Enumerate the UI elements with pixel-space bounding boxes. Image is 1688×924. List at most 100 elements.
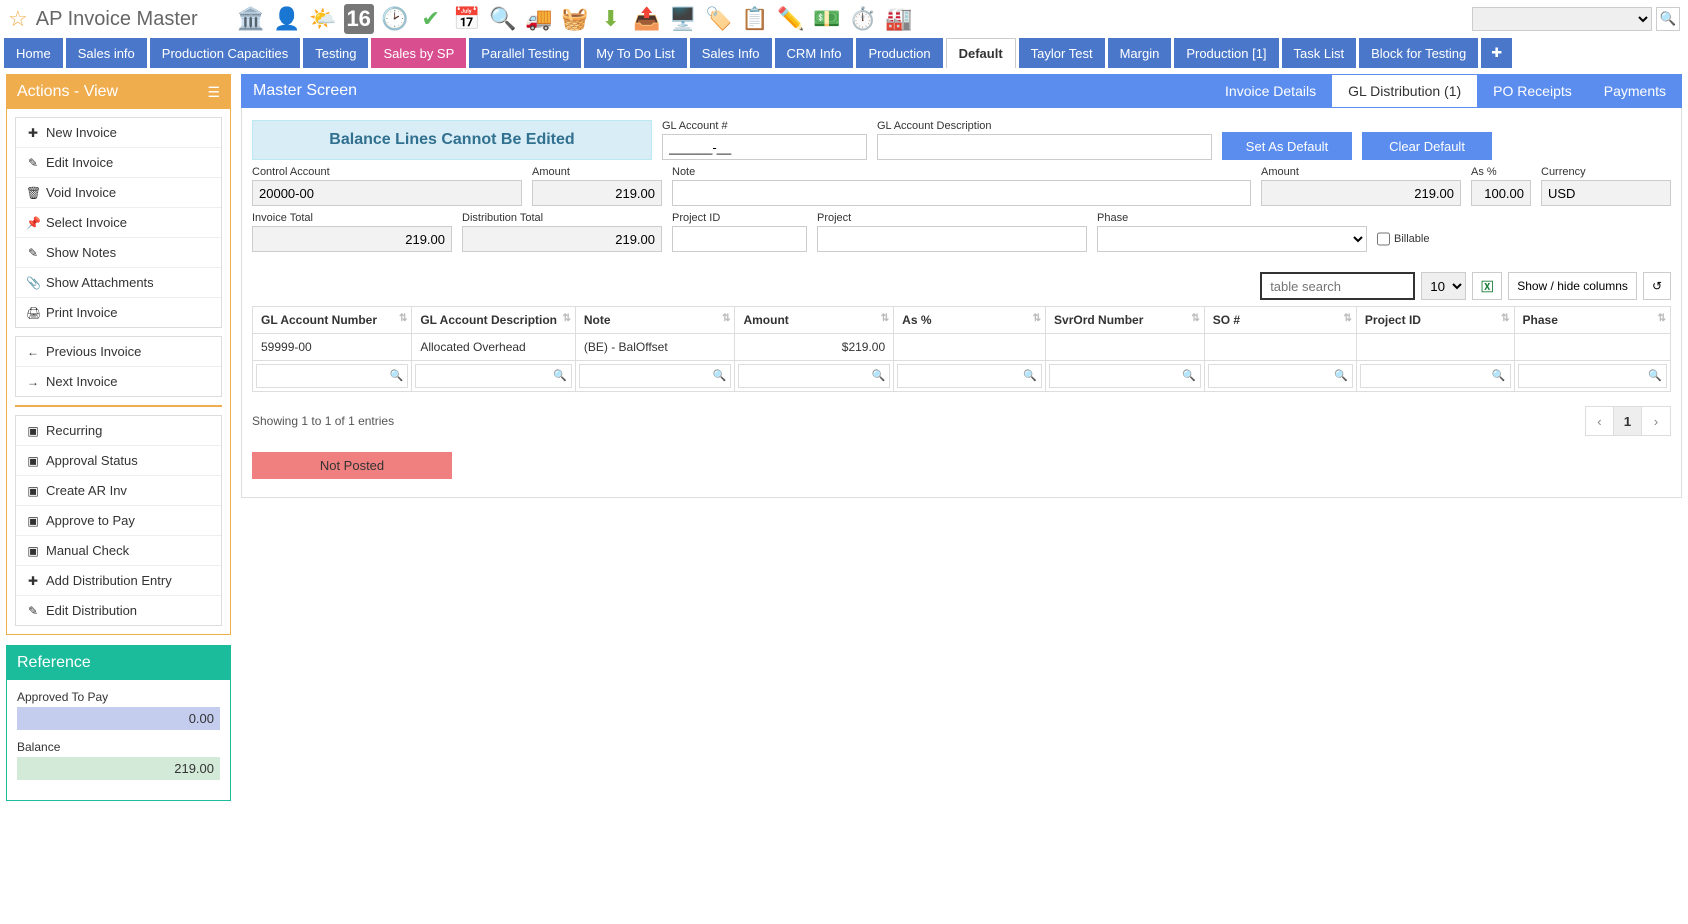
- column-filter-input[interactable]: [897, 364, 1042, 388]
- column-filter-input[interactable]: [256, 364, 408, 388]
- tab-parallel-testing[interactable]: Parallel Testing: [469, 38, 581, 68]
- action-edit-invoice[interactable]: ✎Edit Invoice: [16, 148, 221, 178]
- master-tab-po-receipts[interactable]: PO Receipts: [1477, 75, 1588, 107]
- action-approval-status[interactable]: ▣Approval Status: [16, 446, 221, 476]
- action-select-invoice[interactable]: 📌Select Invoice: [16, 208, 221, 238]
- tab-crm-info[interactable]: CRM Info: [775, 38, 854, 68]
- column-filter-input[interactable]: [415, 364, 572, 388]
- col-note[interactable]: Note⇅: [575, 307, 735, 334]
- project-input[interactable]: [817, 226, 1087, 252]
- action-add-distribution-entry[interactable]: ✚Add Distribution Entry: [16, 566, 221, 596]
- col-gl-account-description[interactable]: GL Account Description⇅: [412, 307, 576, 334]
- calendar-16-icon[interactable]: 16: [344, 4, 374, 34]
- calendar-icon[interactable]: 📅: [452, 4, 482, 34]
- pager-page-1[interactable]: 1: [1614, 407, 1642, 435]
- action-label: Edit Distribution: [46, 603, 137, 618]
- user-icon[interactable]: 👤: [272, 4, 302, 34]
- clipboard-icon[interactable]: 📋: [740, 4, 770, 34]
- weather-icon[interactable]: 🌤️: [308, 4, 338, 34]
- action-icon: ✚: [26, 126, 40, 140]
- box-open-icon[interactable]: 📤: [632, 4, 662, 34]
- action-label: Show Notes: [46, 245, 116, 260]
- action-print-invoice[interactable]: 🖨Print Invoice: [16, 298, 221, 327]
- col-project-id[interactable]: Project ID⇅: [1356, 307, 1514, 334]
- column-filter-input[interactable]: [1208, 364, 1353, 388]
- truck-icon[interactable]: 🚚: [524, 4, 554, 34]
- favorite-star-icon[interactable]: ☆: [8, 6, 28, 32]
- col-svrord-number[interactable]: SvrOrd Number⇅: [1046, 307, 1205, 334]
- clear-default-button[interactable]: Clear Default: [1362, 132, 1492, 160]
- table-row[interactable]: 59999-00Allocated Overhead(BE) - BalOffs…: [253, 334, 1671, 361]
- header-search-select[interactable]: [1472, 7, 1652, 31]
- master-tab-gl-distribution-1-[interactable]: GL Distribution (1): [1332, 75, 1477, 107]
- column-filter-input[interactable]: [579, 364, 732, 388]
- phase-select[interactable]: [1097, 226, 1367, 252]
- col-amount[interactable]: Amount⇅: [735, 307, 894, 334]
- refresh-button[interactable]: ↺: [1643, 272, 1671, 300]
- search-globe-icon[interactable]: 🔍: [488, 4, 518, 34]
- column-filter-input[interactable]: [1360, 364, 1511, 388]
- master-tab-invoice-details[interactable]: Invoice Details: [1209, 75, 1332, 107]
- tab-home[interactable]: Home: [4, 38, 63, 68]
- tab-default[interactable]: Default: [946, 38, 1016, 68]
- action-new-invoice[interactable]: ✚New Invoice: [16, 118, 221, 148]
- column-filter-input[interactable]: [738, 364, 890, 388]
- column-filter-input[interactable]: [1518, 364, 1667, 388]
- action-recurring[interactable]: ▣Recurring: [16, 416, 221, 446]
- action-previous-invoice[interactable]: ←Previous Invoice: [16, 337, 221, 367]
- download-icon[interactable]: ⬇: [596, 4, 626, 34]
- col-so-[interactable]: SO #⇅: [1204, 307, 1356, 334]
- tab-task-list[interactable]: Task List: [1282, 38, 1357, 68]
- tab-add[interactable]: ✚: [1481, 38, 1512, 68]
- page-size-select[interactable]: 10: [1421, 272, 1466, 300]
- tab-my-to-do-list[interactable]: My To Do List: [584, 38, 687, 68]
- monitor-icon[interactable]: 🖥️: [668, 4, 698, 34]
- tab-production[interactable]: Production: [856, 38, 942, 68]
- action-edit-distribution[interactable]: ✎Edit Distribution: [16, 596, 221, 625]
- tab-production-1-[interactable]: Production [1]: [1174, 38, 1278, 68]
- action-manual-check[interactable]: ▣Manual Check: [16, 536, 221, 566]
- tab-sales-info[interactable]: Sales Info: [690, 38, 772, 68]
- gl-acct-no-input[interactable]: [662, 134, 867, 160]
- basket-icon[interactable]: 🧺: [560, 4, 590, 34]
- tag-icon[interactable]: 🏷️: [704, 4, 734, 34]
- header-search-button[interactable]: 🔍: [1656, 7, 1680, 31]
- show-hide-cols-button[interactable]: Show / hide columns: [1508, 272, 1637, 300]
- action-approve-to-pay[interactable]: ▣Approve to Pay: [16, 506, 221, 536]
- projectid-input[interactable]: [672, 226, 807, 252]
- column-filter-input[interactable]: [1049, 364, 1201, 388]
- money-icon[interactable]: 💵: [812, 4, 842, 34]
- action-void-invoice[interactable]: 🗑Void Invoice: [16, 178, 221, 208]
- bank-icon[interactable]: 🏛️: [236, 4, 266, 34]
- clock-icon[interactable]: 🕑: [380, 4, 410, 34]
- action-show-notes[interactable]: ✎Show Notes: [16, 238, 221, 268]
- tab-sales-info[interactable]: Sales info: [66, 38, 147, 68]
- col-phase[interactable]: Phase⇅: [1514, 307, 1670, 334]
- hamburger-icon[interactable]: ☰: [207, 84, 220, 101]
- billable-checkbox[interactable]: [1377, 226, 1390, 252]
- action-icon: →: [26, 375, 40, 389]
- check-icon[interactable]: ✔: [416, 4, 446, 34]
- pager-prev[interactable]: ‹: [1586, 407, 1614, 435]
- tab-block-for-testing[interactable]: Block for Testing: [1359, 38, 1478, 68]
- tab-taylor-test[interactable]: Taylor Test: [1019, 38, 1105, 68]
- pager-next[interactable]: ›: [1642, 407, 1670, 435]
- table-search-input[interactable]: [1260, 272, 1415, 300]
- gl-acct-desc-input[interactable]: [877, 134, 1212, 160]
- pencil-icon[interactable]: ✏️: [776, 4, 806, 34]
- note-input[interactable]: [672, 180, 1251, 206]
- tab-testing[interactable]: Testing: [303, 38, 368, 68]
- col-gl-account-number[interactable]: GL Account Number⇅: [253, 307, 412, 334]
- tab-production-capacities[interactable]: Production Capacities: [150, 38, 300, 68]
- col-as-[interactable]: As %⇅: [894, 307, 1046, 334]
- master-tab-payments[interactable]: Payments: [1588, 75, 1682, 107]
- export-excel-button[interactable]: 🅇: [1472, 272, 1502, 300]
- set-default-button[interactable]: Set As Default: [1222, 132, 1352, 160]
- tab-sales-by-sp[interactable]: Sales by SP: [371, 38, 466, 68]
- tab-margin[interactable]: Margin: [1108, 38, 1172, 68]
- gauge-icon[interactable]: ⏱️: [848, 4, 878, 34]
- action-next-invoice[interactable]: →Next Invoice: [16, 367, 221, 396]
- action-show-attachments[interactable]: 📎Show Attachments: [16, 268, 221, 298]
- building-icon[interactable]: 🏭: [884, 4, 914, 34]
- action-create-ar-inv[interactable]: ▣Create AR Inv: [16, 476, 221, 506]
